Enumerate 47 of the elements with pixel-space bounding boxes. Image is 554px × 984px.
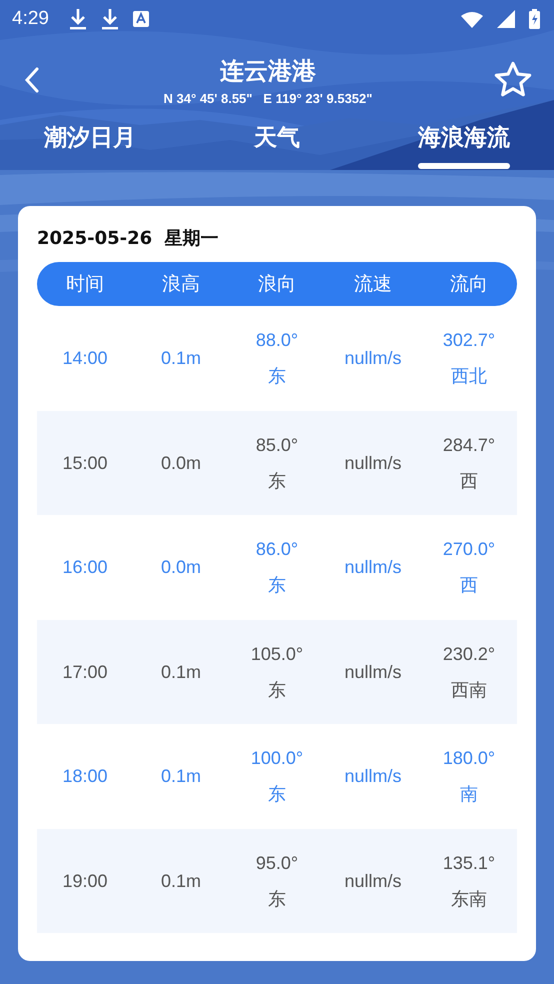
app-icon bbox=[132, 11, 149, 27]
table-cell-text: nullm/s bbox=[343, 347, 402, 370]
download-icon bbox=[68, 8, 87, 30]
table-cell-text: nullm/s bbox=[343, 452, 402, 475]
table-cell-text: 302.7° 西北 bbox=[442, 329, 496, 388]
coordinates: N 34° 45' 8.55" E 119° 23' 9.5352" bbox=[164, 90, 372, 106]
column-header: 流速 bbox=[353, 272, 393, 297]
table-cell-text: nullm/s bbox=[343, 660, 402, 684]
column-header: 时间 bbox=[65, 272, 105, 297]
tab[interactable]: 潮汐日月 bbox=[44, 122, 136, 170]
table-cell-text: 230.2° 西南 bbox=[442, 642, 496, 702]
table-cell-text: nullm/s bbox=[343, 765, 402, 788]
table-cell-text: 180.0° 南 bbox=[442, 747, 496, 806]
table-cell-text: 270.0° 西 bbox=[442, 538, 496, 598]
column-header: 浪向 bbox=[257, 272, 297, 297]
port-title: 连云港港 bbox=[220, 56, 316, 86]
table-cell-text: 95.0° 东 bbox=[254, 852, 300, 911]
table-cell-text: 0.0m bbox=[160, 452, 202, 475]
wifi-icon bbox=[461, 10, 483, 28]
table-cell-text: 18:00 bbox=[61, 765, 109, 788]
table-cell-text: nullm/s bbox=[343, 870, 402, 893]
table-cell-text: nullm/s bbox=[343, 556, 402, 580]
status-time: 4:29 bbox=[12, 8, 49, 30]
table-cell-text: 85.0° 东 bbox=[254, 434, 300, 493]
table-cell-text: 17:00 bbox=[61, 660, 109, 684]
table-cell-text: 0.1m bbox=[160, 660, 202, 684]
table-cell-text: 284.7° 西 bbox=[442, 434, 496, 493]
signal-icon bbox=[497, 10, 515, 28]
download-icon bbox=[100, 8, 119, 30]
table-cell-text: 0.0m bbox=[160, 556, 202, 580]
table-cell-text: 105.0° 东 bbox=[250, 642, 304, 702]
table-cell-text: 86.0° 东 bbox=[254, 538, 300, 598]
column-header: 流向 bbox=[449, 272, 489, 297]
table-cell-text: 100.0° 东 bbox=[250, 747, 304, 806]
table-cell-text: 0.1m bbox=[160, 870, 202, 893]
table-cell-text: 15:00 bbox=[61, 452, 109, 475]
table-cell-text: 16:00 bbox=[61, 556, 109, 580]
table-cell-text: 0.1m bbox=[160, 765, 202, 788]
column-header: 浪高 bbox=[161, 272, 201, 297]
tab[interactable]: 天气 bbox=[254, 122, 300, 170]
table-cell-text: 0.1m bbox=[160, 347, 202, 370]
table-cell-text: 19:00 bbox=[61, 870, 109, 893]
table-cell-text: 14:00 bbox=[61, 347, 109, 370]
date-label: 2025-05-26 星期一 bbox=[37, 227, 220, 250]
table-cell-text: 88.0° 东 bbox=[254, 329, 300, 388]
battery-icon bbox=[529, 9, 540, 29]
table-cell-text: 135.1° 东南 bbox=[442, 852, 496, 911]
